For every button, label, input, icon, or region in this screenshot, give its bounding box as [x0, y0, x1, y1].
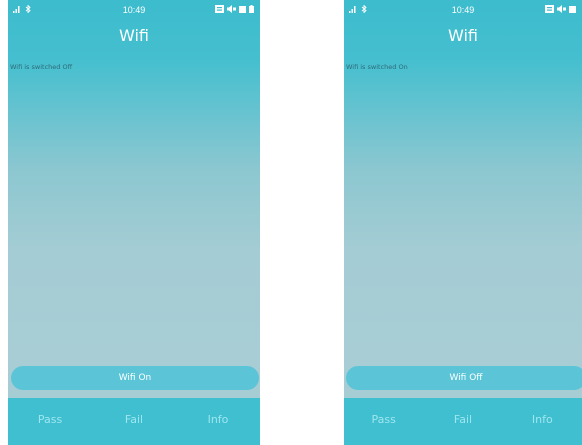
volume-icon [227, 5, 236, 13]
status-bar: 10:49 [8, 0, 260, 18]
page-title: Wifi [448, 26, 478, 45]
fail-button[interactable]: Fail [424, 413, 503, 426]
bluetooth-icon [361, 5, 367, 13]
status-bar: 10:49 [344, 0, 582, 18]
status-time: 10:49 [122, 5, 146, 15]
page-title: Wifi [119, 26, 149, 45]
wifi-status-message: Wifi is switched Off [10, 63, 73, 71]
wifi-status-message: Wifi is switched On [346, 63, 408, 71]
signal-icon [349, 6, 357, 13]
square-icon [569, 5, 576, 13]
phone-screen-wifi-on: 10:49 Wifi Wifi is switched On Wifi Off … [344, 0, 582, 445]
bottom-bar: Pass Fail Info [344, 398, 582, 445]
info-button[interactable]: Info [176, 413, 259, 426]
status-time: 10:49 [451, 5, 475, 15]
wifi-off-button[interactable]: Wifi Off [346, 366, 582, 390]
bluetooth-icon [25, 5, 31, 13]
sim-icon [215, 5, 224, 13]
wifi-on-button[interactable]: Wifi On [11, 366, 259, 390]
battery-icon [249, 5, 254, 13]
fail-button[interactable]: Fail [92, 413, 175, 426]
pass-button[interactable]: Pass [8, 413, 91, 426]
phone-screen-wifi-off: 10:49 Wifi Wifi is switched Off Wifi On … [8, 0, 260, 445]
volume-icon [557, 5, 566, 13]
signal-icon [13, 6, 21, 13]
square-icon [239, 5, 246, 13]
sim-icon [545, 5, 554, 13]
bottom-bar: Pass Fail Info [8, 398, 260, 445]
info-button[interactable]: Info [503, 413, 582, 426]
pass-button[interactable]: Pass [344, 413, 423, 426]
